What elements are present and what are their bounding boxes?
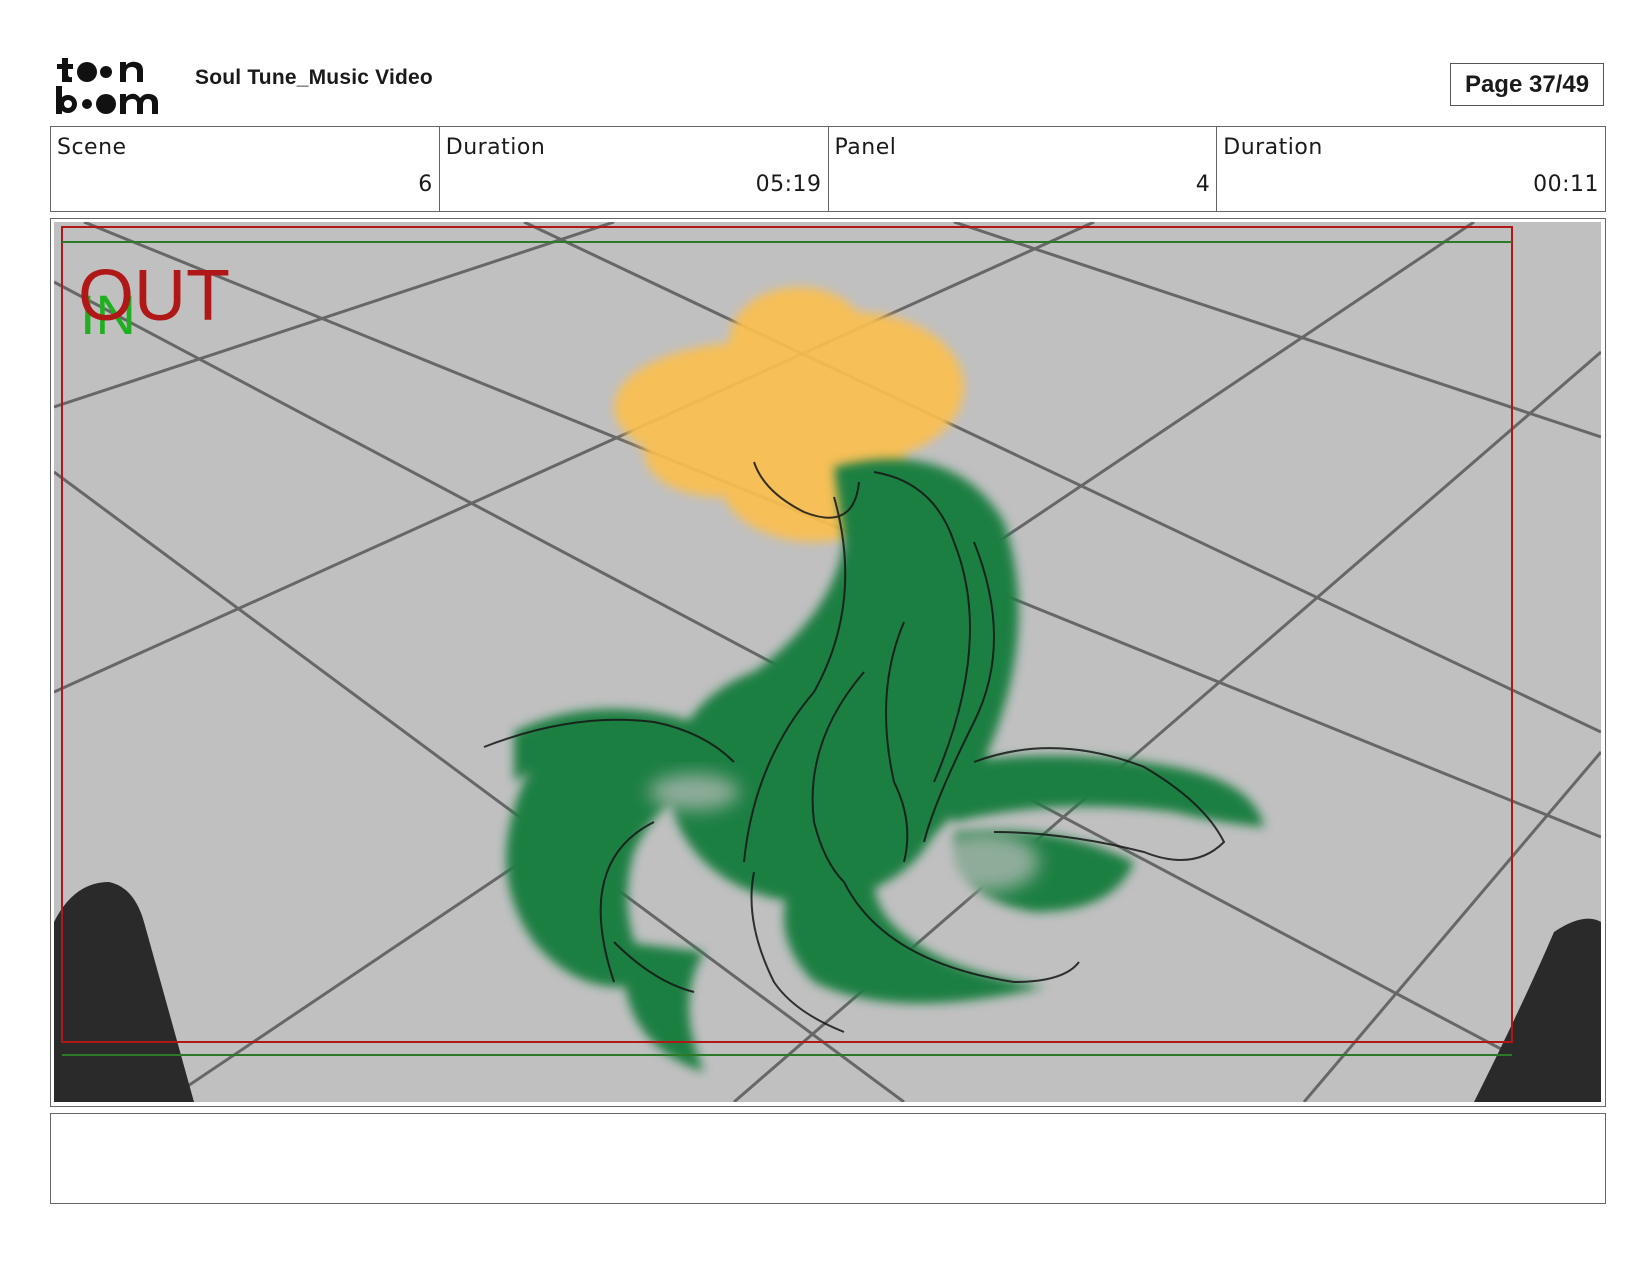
panel-value: 4 (1195, 172, 1211, 197)
scene-duration-label: Duration (445, 135, 546, 160)
panel-label: Panel (834, 135, 897, 160)
project-title: Soul Tune_Music Video (195, 66, 433, 89)
scene-label: Scene (57, 135, 127, 160)
panel-duration-label: Duration (1223, 135, 1323, 160)
panel-cell: Panel 4 (829, 127, 1218, 211)
toon-boom-logo (54, 52, 172, 118)
scene-value: 6 (418, 172, 433, 197)
storyboard-panel: IN OUT (50, 218, 1606, 1107)
scene-cell: Scene 6 (51, 127, 440, 211)
out-marker: OUT (78, 256, 230, 336)
panel-notes-box (50, 1113, 1606, 1204)
scene-duration-value: 05:19 (755, 172, 822, 197)
panel-duration-cell: Duration 00:11 (1217, 127, 1605, 211)
page-indicator-text: Page 37/49 (1464, 70, 1590, 98)
scene-info-table: Scene 6 Duration 05:19 Panel 4 Duration … (50, 126, 1606, 212)
panel-artwork: IN OUT (54, 222, 1601, 1102)
page-indicator: Page 37/49 (1450, 63, 1604, 106)
scene-duration-cell: Duration 05:19 (440, 127, 829, 211)
panel-duration-value: 00:11 (1533, 172, 1599, 197)
